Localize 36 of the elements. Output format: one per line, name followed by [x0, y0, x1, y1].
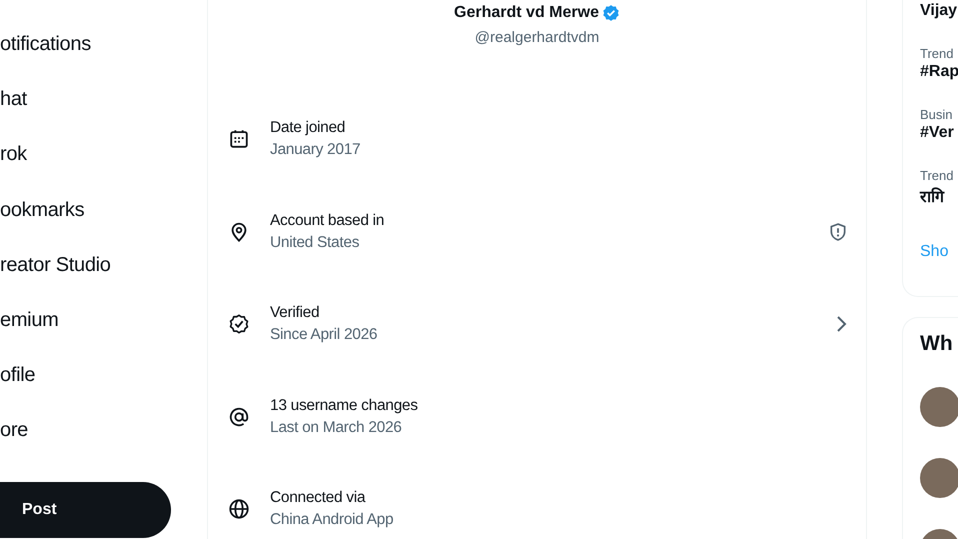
nav-link[interactable]: ore	[0, 416, 207, 472]
info-value: China Android App	[270, 510, 394, 530]
nav-link[interactable]: ofile	[0, 361, 207, 416]
nav-link[interactable]: otifications	[0, 30, 207, 86]
nav-link[interactable]: emium	[0, 306, 207, 362]
info-value: Last on March 2026	[270, 418, 403, 438]
info-value: Since April 2026	[270, 325, 378, 346]
nav-link[interactable]: ookmarks	[0, 196, 207, 251]
trend-topic[interactable]: Vijay	[920, 2, 958, 20]
trend-topic[interactable]: #Ver	[920, 124, 958, 142]
nav-link[interactable]: rok	[0, 140, 207, 196]
post-button[interactable]: Post	[0, 482, 171, 538]
globe-icon	[228, 498, 250, 520]
verified-badge-icon	[228, 313, 250, 336]
trend-context: Trend	[920, 168, 954, 183]
trend-topic[interactable]: रागि	[920, 185, 958, 207]
calendar-icon	[228, 128, 250, 150]
profile-handle: @realgerhardtvdm	[474, 29, 600, 46]
trend-context: Busin	[920, 107, 954, 122]
at-sign-icon	[228, 406, 250, 428]
trend-context: Trend	[920, 46, 954, 61]
info-title: 13 username changes	[270, 396, 419, 416]
info-value: United States	[270, 232, 360, 253]
info-title: Connected via	[270, 488, 366, 508]
info-title: Verified	[270, 303, 320, 324]
profile-name: Gerhardt vd Merwe	[454, 3, 599, 23]
section-title: Wh	[920, 332, 954, 356]
info-title: Account based in	[270, 210, 386, 231]
shield-alert-icon[interactable]	[828, 222, 848, 242]
info-value: January 2017	[270, 140, 362, 160]
trend-topic[interactable]: #Rap	[920, 63, 958, 81]
avatar-placeholder[interactable]	[920, 458, 958, 498]
nav-link[interactable]: reator Studio	[0, 250, 207, 306]
avatar-placeholder[interactable]	[920, 387, 958, 427]
nav-link[interactable]: hat	[0, 85, 207, 140]
info-title: Date joined	[270, 118, 346, 138]
